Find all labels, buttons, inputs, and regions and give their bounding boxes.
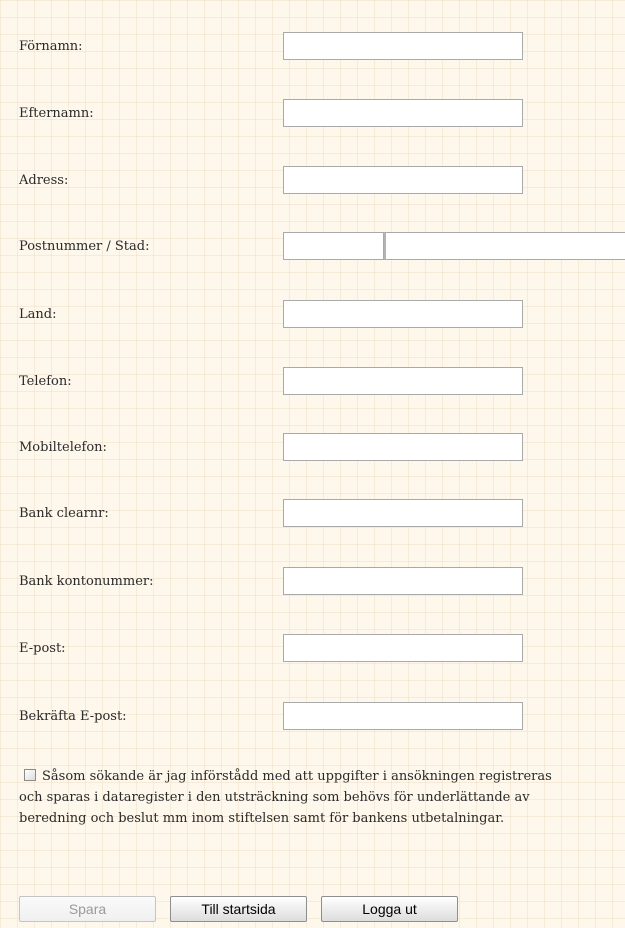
first-name-row: Förnamn: — [0, 30, 625, 64]
mobile-phone-row: Mobiltelefon: — [0, 431, 625, 465]
confirm-email-input[interactable] — [283, 702, 523, 730]
last-name-row: Efternamn: — [0, 97, 625, 131]
address-input[interactable] — [283, 166, 523, 194]
mobile-phone-label: Mobiltelefon: — [19, 440, 107, 455]
address-label: Adress: — [19, 173, 69, 188]
consent-block: Såsom sökande är jag införstådd med att … — [19, 766, 559, 829]
save-button[interactable]: Spara — [19, 896, 156, 922]
consent-checkbox[interactable] — [24, 769, 36, 781]
email-input[interactable] — [283, 634, 523, 662]
consent-text: Såsom sökande är jag införstådd med att … — [19, 769, 552, 826]
address-row: Adress: — [0, 164, 625, 198]
postal-city-row: Postnummer / Stad: — [0, 230, 625, 264]
confirm-email-row: Bekräfta E-post: — [0, 700, 625, 734]
bank-account-row: Bank kontonummer: — [0, 565, 625, 599]
phone-input[interactable] — [283, 367, 523, 395]
confirm-email-label: Bekräfta E-post: — [19, 709, 127, 724]
phone-label: Telefon: — [19, 374, 72, 389]
logout-button[interactable]: Logga ut — [321, 896, 458, 922]
last-name-label: Efternamn: — [19, 106, 94, 121]
bank-clearing-input[interactable] — [283, 499, 523, 527]
mobile-phone-input[interactable] — [283, 433, 523, 461]
bank-clearing-row: Bank clearnr: — [0, 497, 625, 531]
bank-account-input[interactable] — [283, 567, 523, 595]
postal-city-label: Postnummer / Stad: — [19, 239, 150, 254]
first-name-label: Förnamn: — [19, 39, 83, 54]
postal-code-input[interactable] — [283, 232, 384, 260]
country-input[interactable] — [283, 300, 523, 328]
country-row: Land: — [0, 298, 625, 332]
phone-row: Telefon: — [0, 365, 625, 399]
bank-account-label: Bank kontonummer: — [19, 574, 154, 589]
email-row: E-post: — [0, 632, 625, 666]
email-label: E-post: — [19, 641, 66, 656]
first-name-input[interactable] — [283, 32, 523, 60]
last-name-input[interactable] — [283, 99, 523, 127]
city-input[interactable] — [384, 232, 625, 260]
country-label: Land: — [19, 307, 57, 322]
bank-clearing-label: Bank clearnr: — [19, 506, 109, 521]
home-button[interactable]: Till startsida — [170, 896, 307, 922]
